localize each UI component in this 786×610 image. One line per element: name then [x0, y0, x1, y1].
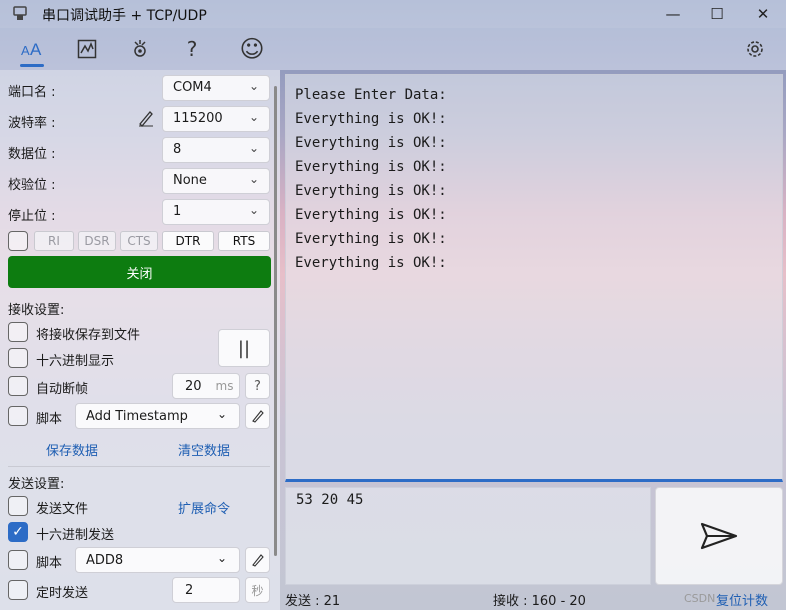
output-line: Please Enter Data:	[295, 87, 447, 103]
svg-text:A: A	[30, 40, 42, 59]
port-label: 端口名 :	[8, 85, 56, 100]
stopbits-label: 停止位 :	[8, 209, 56, 224]
received-count: 接收 : 160 - 20	[493, 594, 586, 609]
output-line: Everything is OK!:	[295, 159, 447, 175]
hex-display-checkbox[interactable]	[8, 348, 28, 368]
sent-count: 发送 : 21	[285, 594, 341, 609]
dtr-toggle[interactable]: DTR	[162, 231, 214, 251]
send-arrow-icon	[700, 522, 738, 550]
send-script-label: 脚本	[36, 556, 63, 571]
send-button[interactable]	[655, 487, 783, 585]
smiley-icon[interactable]: ☺	[236, 34, 268, 64]
section-divider	[8, 466, 270, 467]
send-script-checkbox[interactable]	[8, 550, 28, 570]
output-line: Everything is OK!:	[295, 135, 447, 151]
svg-text:A: A	[21, 43, 30, 58]
active-tab-indicator	[20, 64, 44, 67]
chevron-down-icon: ⌄	[216, 551, 227, 565]
chart-icon[interactable]	[71, 34, 103, 64]
databits-label: 数据位 :	[8, 147, 56, 162]
output-line: Everything is OK!:	[295, 183, 447, 199]
extended-command-link[interactable]: 扩展命令	[178, 498, 230, 517]
window-title: 串口调试助手 + TCP/UDP	[42, 8, 207, 24]
frame-interval-unit: ms	[215, 379, 234, 393]
receive-script-select[interactable]: Add Timestamp ⌄	[75, 403, 240, 429]
timer-send-checkbox[interactable]	[8, 580, 28, 600]
timer-send-label: 定时发送	[36, 586, 89, 601]
databits-value: 8	[173, 142, 182, 157]
chevron-down-icon: ⌄	[248, 203, 259, 217]
chevron-down-icon: ⌄	[248, 110, 259, 124]
watermark-text: CSDN	[684, 592, 716, 605]
app-icon	[12, 6, 28, 22]
close-port-button[interactable]: 关闭	[8, 256, 271, 288]
output-line: Everything is OK!:	[295, 231, 447, 247]
receive-output-area[interactable]: Please Enter Data: Everything is OK!: Ever…	[285, 74, 783, 482]
rts-toggle[interactable]: RTS	[218, 231, 270, 251]
send-input-area[interactable]: 53 20 45	[285, 487, 651, 585]
parity-label: 校验位 :	[8, 178, 56, 193]
left-panel-scrollbar[interactable]	[274, 86, 277, 556]
hex-send-label: 十六进制发送	[36, 528, 115, 543]
send-script-value: ADD8	[86, 552, 124, 568]
save-to-file-checkbox[interactable]	[8, 322, 28, 342]
settings-gear-puzzle-icon[interactable]	[124, 34, 156, 64]
maximize-button[interactable]: ☐	[694, 0, 740, 28]
frame-interval-input[interactable]: 20 ms	[172, 373, 240, 399]
help-icon[interactable]: ?	[176, 34, 208, 64]
output-line: Everything is OK!:	[295, 111, 447, 127]
pause-button[interactable]: ||	[218, 329, 270, 367]
baud-value: 115200	[173, 111, 223, 126]
text-style-icon[interactable]: AA	[16, 34, 48, 64]
stopbits-select[interactable]: 1 ⌄	[162, 199, 270, 225]
gear-icon[interactable]	[739, 34, 771, 64]
send-script-select[interactable]: ADD8 ⌄	[75, 547, 240, 573]
edit-script-icon[interactable]	[245, 403, 270, 429]
port-select[interactable]: COM4 ⌄	[162, 75, 270, 101]
chevron-down-icon: ⌄	[248, 172, 259, 186]
hex-send-checkbox[interactable]: ✓	[8, 522, 28, 542]
minimize-button[interactable]: —	[650, 0, 696, 28]
clear-data-link[interactable]: 清空数据	[178, 440, 230, 459]
auto-frame-checkbox[interactable]	[8, 376, 28, 396]
send-section-label: 发送设置:	[8, 477, 65, 492]
save-data-link[interactable]: 保存数据	[46, 440, 98, 459]
chevron-down-icon: ⌄	[248, 79, 259, 93]
auto-frame-label: 自动断帧	[36, 382, 89, 397]
databits-select[interactable]: 8 ⌄	[162, 137, 270, 163]
output-line: Everything is OK!:	[295, 255, 447, 271]
hex-display-label: 十六进制显示	[36, 354, 115, 369]
port-value: COM4	[173, 80, 212, 95]
chevron-down-icon: ⌄	[216, 407, 227, 421]
ri-indicator: RI	[34, 231, 74, 251]
receive-script-value: Add Timestamp	[86, 408, 188, 424]
parity-value: None	[173, 173, 207, 188]
baud-select[interactable]: 115200 ⌄	[162, 106, 270, 132]
reset-count-link[interactable]: 复位计数	[716, 590, 768, 609]
timer-interval-input[interactable]: 2	[172, 577, 240, 603]
output-line: Everything is OK!:	[295, 207, 447, 223]
send-file-label: 发送文件	[36, 502, 89, 517]
receive-script-label: 脚本	[36, 412, 63, 427]
chevron-down-icon: ⌄	[248, 141, 259, 155]
dsr-indicator: DSR	[78, 231, 116, 251]
timer-unit: 秒	[245, 577, 270, 603]
stopbits-value: 1	[173, 204, 182, 219]
receive-script-checkbox[interactable]	[8, 406, 28, 426]
baud-label: 波特率 :	[8, 116, 56, 131]
edit-script-icon[interactable]	[245, 547, 270, 573]
send-input-value: 53 20 45	[296, 492, 364, 508]
timer-interval-value: 2	[185, 582, 194, 598]
pen-icon[interactable]	[136, 108, 156, 128]
frame-interval-value: 20	[185, 378, 202, 394]
close-window-button[interactable]: ✕	[740, 0, 786, 28]
send-file-checkbox[interactable]	[8, 496, 28, 516]
parity-select[interactable]: None ⌄	[162, 168, 270, 194]
cts-indicator: CTS	[120, 231, 158, 251]
receive-section-label: 接收设置:	[8, 303, 65, 318]
toolbar	[0, 28, 786, 70]
save-to-file-label: 将接收保存到文件	[36, 328, 141, 343]
help-button[interactable]: ?	[245, 373, 270, 399]
signal-checkbox[interactable]	[8, 231, 28, 251]
